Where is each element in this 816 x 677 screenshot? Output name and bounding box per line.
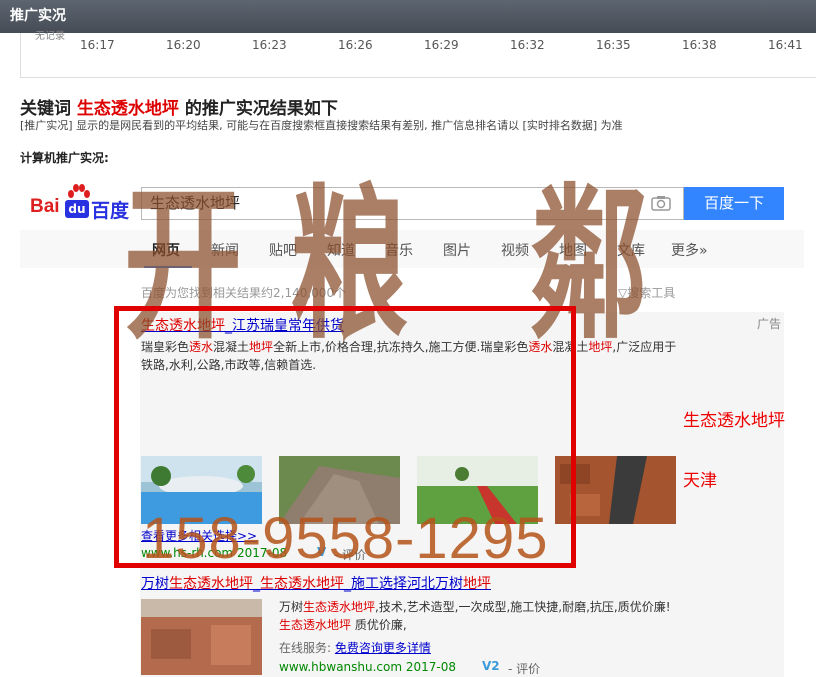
camera-icon[interactable] (651, 195, 671, 211)
ad2-review-link[interactable]: - 评价 (508, 660, 540, 677)
ad2-thumbnail[interactable] (141, 599, 262, 675)
tab-images[interactable]: 图片 (443, 240, 471, 260)
tab-video[interactable]: 视频 (501, 240, 529, 260)
logo-bai-text: Bai (30, 196, 60, 217)
ad2-title-link[interactable]: 万树生态透水地坪_生态透水地坪_施工选择河北万树地坪 (141, 573, 491, 593)
time-tick: 16:41 (768, 38, 803, 52)
time-tick: 16:26 (338, 38, 373, 52)
ad2-v2-badge[interactable]: V2 (482, 659, 500, 673)
ad2-service-line: 在线服务: 免费咨询更多详情 (279, 639, 431, 656)
pc-section-label: 计算机推广实况: (20, 151, 109, 165)
time-tick: 16:32 (510, 38, 545, 52)
ad-label: 广告 (757, 317, 782, 331)
ad2-service-label: 在线服务: (279, 641, 332, 655)
baidu-logo[interactable]: Bai du 百度 (30, 184, 132, 222)
time-tick: 16:35 (596, 38, 631, 52)
ad2-description: 万树生态透水地坪,技术,艺术造型,一次成型,施工快捷,耐磨,抗压,质优价廉!生态… (279, 600, 671, 632)
header-bar: 推广实况 (0, 0, 816, 33)
tab-more[interactable]: 更多» (671, 240, 708, 260)
heading-keyword: 生态透水地坪 (76, 99, 179, 119)
ad2-url[interactable]: www.hbwanshu.com 2017-08 (279, 660, 456, 674)
ad2-service-link[interactable]: 免费咨询更多详情 (335, 641, 431, 655)
time-tick: 16:20 (166, 38, 201, 52)
logo-du-text: du (65, 200, 89, 218)
time-tick: 16:23 (252, 38, 287, 52)
timeline-axis: 无记录 16:17 16:20 16:23 16:26 16:29 16:32 … (20, 31, 816, 78)
heading-prefix: 关键词 (20, 99, 77, 119)
keyword-heading: 关键词 生态透水地坪 的推广实况结果如下 (20, 94, 338, 119)
heading-suffix: 的推广实况结果如下 (178, 99, 338, 119)
timeline-cut-label: 无记录 (35, 31, 65, 42)
side-city-note: 天津 (683, 471, 717, 491)
page-title: 推广实况 (10, 8, 66, 24)
side-keyword-note: 生态透水地坪 (683, 411, 785, 431)
time-tick: 16:38 (682, 38, 717, 52)
time-tick: 16:29 (424, 38, 459, 52)
disclaimer-note: [推广实况] 显示的是网民看到的平均结果, 可能与在百度搜索框直接搜索结果有差别… (20, 119, 623, 132)
search-button[interactable]: 百度一下 (684, 187, 784, 220)
phone-number-overlay: 158-9558-1295 (142, 506, 549, 571)
time-tick: 16:17 (80, 38, 115, 52)
